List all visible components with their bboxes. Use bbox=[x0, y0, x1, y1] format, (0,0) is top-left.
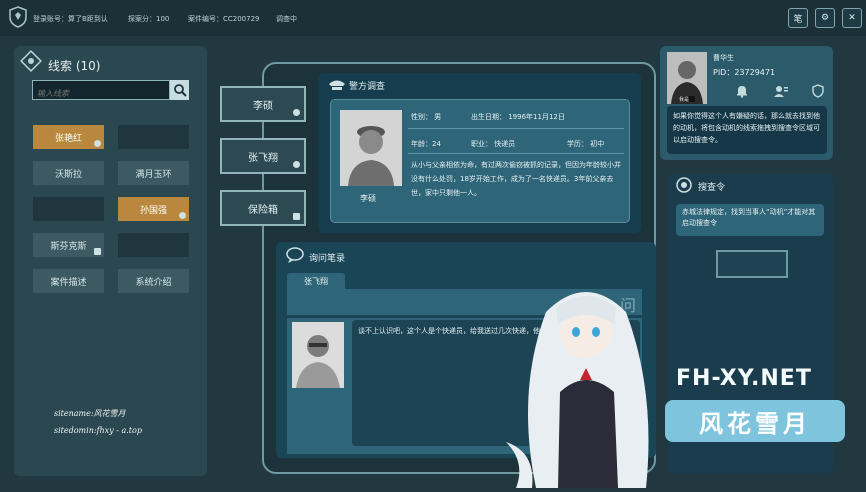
notes-button[interactable]: 笔 bbox=[788, 8, 808, 28]
case-number: 案件编号：CC200729 bbox=[188, 15, 260, 23]
clue-item-sphinx[interactable]: 斯芬克斯 bbox=[33, 233, 104, 257]
suspect-birth: 出生日期： 1996年11月12日 bbox=[471, 113, 565, 121]
warrant-drop-slot[interactable] bbox=[716, 250, 788, 278]
divider bbox=[408, 128, 624, 129]
suspect-photo-name: 李硕 bbox=[360, 194, 376, 203]
police-cap-icon bbox=[328, 76, 346, 92]
clue-label: 张艳红 bbox=[54, 133, 82, 144]
clue-badge-icon bbox=[94, 248, 101, 255]
eye-icon bbox=[293, 109, 300, 116]
suspect-photo bbox=[340, 110, 402, 186]
hint-bubble: 如果你觉得这个人有嫌疑的话，那么就去找到他的动机，将包含动机的线索拖拽到搜查令区… bbox=[667, 106, 827, 154]
tab-label: 李硕 bbox=[253, 100, 273, 112]
divider bbox=[408, 153, 624, 154]
tab-li-shuo[interactable]: 李硕 bbox=[220, 86, 306, 122]
settings-button[interactable]: ⚙ bbox=[815, 8, 835, 28]
clue-item-empty[interactable] bbox=[118, 233, 189, 257]
clue-badge-icon bbox=[94, 140, 101, 147]
clue-item-empty[interactable] bbox=[33, 197, 104, 221]
clue-search-input[interactable] bbox=[33, 84, 169, 103]
speech-bubble-icon bbox=[286, 247, 304, 263]
clue-item-wosila[interactable]: 沃斯拉 bbox=[33, 161, 104, 185]
tab-zhang-feixiang[interactable]: 张飞翔 bbox=[220, 138, 306, 174]
shield-icon[interactable] bbox=[809, 82, 827, 100]
suspect-education: 学历： 初中 bbox=[567, 140, 605, 148]
clue-item-case-description[interactable]: 案件描述 bbox=[33, 269, 104, 293]
inquiry-title: 询问笔录 bbox=[309, 254, 346, 264]
search-button[interactable] bbox=[170, 80, 189, 100]
tab-label: 保险箱 bbox=[248, 204, 278, 216]
player-name: 曹华生 bbox=[713, 54, 734, 62]
clue-item-system-intro[interactable]: 系统介绍 bbox=[118, 269, 189, 293]
suspect-age: 年龄：24 bbox=[411, 140, 441, 148]
clue-item-empty[interactable] bbox=[118, 125, 189, 149]
clues-title: 线索 (10) bbox=[48, 59, 101, 73]
eye-icon bbox=[293, 161, 300, 168]
suspect-job: 职业： 快递员 bbox=[471, 140, 516, 148]
mascot-character bbox=[496, 272, 676, 488]
clue-badge-icon bbox=[179, 212, 186, 219]
watermark-logo: 风花雪月 bbox=[665, 400, 845, 442]
clue-search-field[interactable] bbox=[32, 80, 170, 103]
badge-icon bbox=[8, 6, 28, 28]
player-pid: PID：23729471 bbox=[713, 68, 776, 77]
suspect-sex: 性别： 男 bbox=[411, 113, 442, 121]
close-button[interactable]: ✕ bbox=[842, 8, 862, 28]
site-name: sitename:风花雪月 bbox=[54, 409, 126, 418]
police-title: 警方调查 bbox=[349, 82, 386, 92]
avatar: 我是 bbox=[667, 52, 707, 104]
clue-item-jade-ring[interactable]: 满月玉环 bbox=[118, 161, 189, 185]
clue-icon bbox=[20, 50, 42, 72]
tab-label: 张飞翔 bbox=[248, 152, 278, 164]
warrant-description: 赤城法律规定，找到当事人“动机”才能对其启动搜查令 bbox=[676, 204, 824, 236]
suspect-bio: 从小与父亲相依为命，有过两次偷窃被抓的记录，但因为年龄较小并没有什么处罚，18岁… bbox=[411, 161, 621, 197]
target-icon bbox=[676, 177, 692, 193]
tab-safe[interactable]: 保险箱 bbox=[220, 190, 306, 226]
case-status: 调查中 bbox=[276, 15, 297, 23]
search-icon bbox=[173, 84, 187, 97]
explore-score: 探案分：100 bbox=[128, 15, 170, 23]
watermark-url: FH-XY.NET bbox=[676, 366, 812, 391]
bell-icon[interactable] bbox=[733, 82, 751, 100]
clue-label: 孙国强 bbox=[139, 205, 167, 216]
clue-item-sun-guoqiang[interactable]: 孙国强 bbox=[118, 197, 189, 221]
site-domain: sitedomin:fhxy - a.top bbox=[54, 426, 142, 435]
avatar-label: 我是 bbox=[679, 97, 690, 103]
shield-icon bbox=[293, 213, 300, 220]
login-account: 登录账号：算了B距到认 bbox=[33, 15, 108, 23]
warrant-title: 搜查令 bbox=[698, 183, 726, 193]
inquiry-tab[interactable]: 张飞翔 bbox=[287, 273, 345, 289]
witness-photo bbox=[292, 322, 344, 388]
clue-label: 斯芬克斯 bbox=[50, 241, 87, 252]
clue-item-zhang-yanhong[interactable]: 张艳红 bbox=[33, 125, 104, 149]
user-list-icon[interactable] bbox=[772, 82, 790, 100]
